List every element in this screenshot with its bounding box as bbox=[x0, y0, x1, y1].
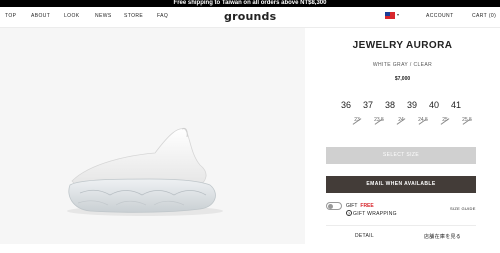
gift-wrapping-link[interactable]: GIFT WRAPPING bbox=[353, 211, 397, 217]
account-link[interactable]: ACCOUNT bbox=[426, 13, 454, 19]
email-when-available-button[interactable]: EMAIL WHEN AVAILABLE bbox=[326, 176, 476, 193]
size-jp-unavailable: 24 bbox=[394, 117, 408, 126]
size-guide-link[interactable]: SIZE GUIDE bbox=[450, 206, 476, 211]
sneaker-image bbox=[67, 128, 223, 216]
info-icon[interactable]: ? bbox=[346, 210, 352, 216]
size-jp-unavailable: 24.5 bbox=[416, 117, 430, 126]
size-option-38[interactable]: 38 bbox=[383, 100, 397, 110]
taiwan-flag-icon[interactable] bbox=[385, 12, 395, 19]
brand-logo[interactable]: grounds bbox=[224, 10, 276, 23]
select-size-button[interactable]: SELECT SIZE bbox=[326, 147, 476, 164]
announcement-bar: Free shipping to Taiwan on all orders ab… bbox=[0, 0, 500, 7]
product-color: WHITE GRAY / CLEAR bbox=[372, 62, 433, 68]
size-jp-unavailable: 25 bbox=[438, 117, 452, 126]
product-price: $7,000 bbox=[394, 76, 411, 82]
nav-faq[interactable]: FAQ bbox=[157, 13, 168, 19]
gift-text: GIFT bbox=[346, 203, 358, 209]
size-option-41[interactable]: 41 bbox=[449, 100, 463, 110]
size-option-40[interactable]: 40 bbox=[427, 100, 441, 110]
chevron-down-icon[interactable]: ▾ bbox=[397, 12, 399, 17]
gift-toggle[interactable] bbox=[326, 202, 342, 210]
cart-link[interactable]: CART (0) bbox=[472, 13, 496, 19]
size-option-39[interactable]: 39 bbox=[405, 100, 419, 110]
toggle-knob bbox=[328, 204, 333, 209]
tab-detail[interactable]: DETAIL bbox=[355, 233, 374, 239]
size-jp-unavailable: 23 bbox=[350, 117, 364, 126]
nav-about[interactable]: ABOUT bbox=[31, 13, 50, 19]
product-title: JEWELRY AURORA bbox=[352, 40, 453, 51]
gift-label: GIFT FREE bbox=[346, 203, 374, 209]
nav-store[interactable]: STORE bbox=[124, 13, 143, 19]
tabs-divider bbox=[326, 225, 476, 226]
size-option-37[interactable]: 37 bbox=[361, 100, 375, 110]
size-jp-unavailable: 25.5 bbox=[460, 117, 474, 126]
nav-look[interactable]: LOOK bbox=[64, 13, 80, 19]
top-nav: TOP ABOUT LOOK NEWS STORE FAQ grounds ▾ … bbox=[0, 7, 500, 27]
size-option-36[interactable]: 36 bbox=[339, 100, 353, 110]
nav-top[interactable]: TOP bbox=[5, 13, 16, 19]
free-badge: FREE bbox=[360, 203, 374, 209]
nav-news[interactable]: NEWS bbox=[95, 13, 112, 19]
size-jp-unavailable: 23.5 bbox=[372, 117, 386, 126]
tab-store-stock[interactable]: 店舗在庫を見る bbox=[424, 233, 461, 240]
product-gallery[interactable] bbox=[0, 28, 305, 244]
